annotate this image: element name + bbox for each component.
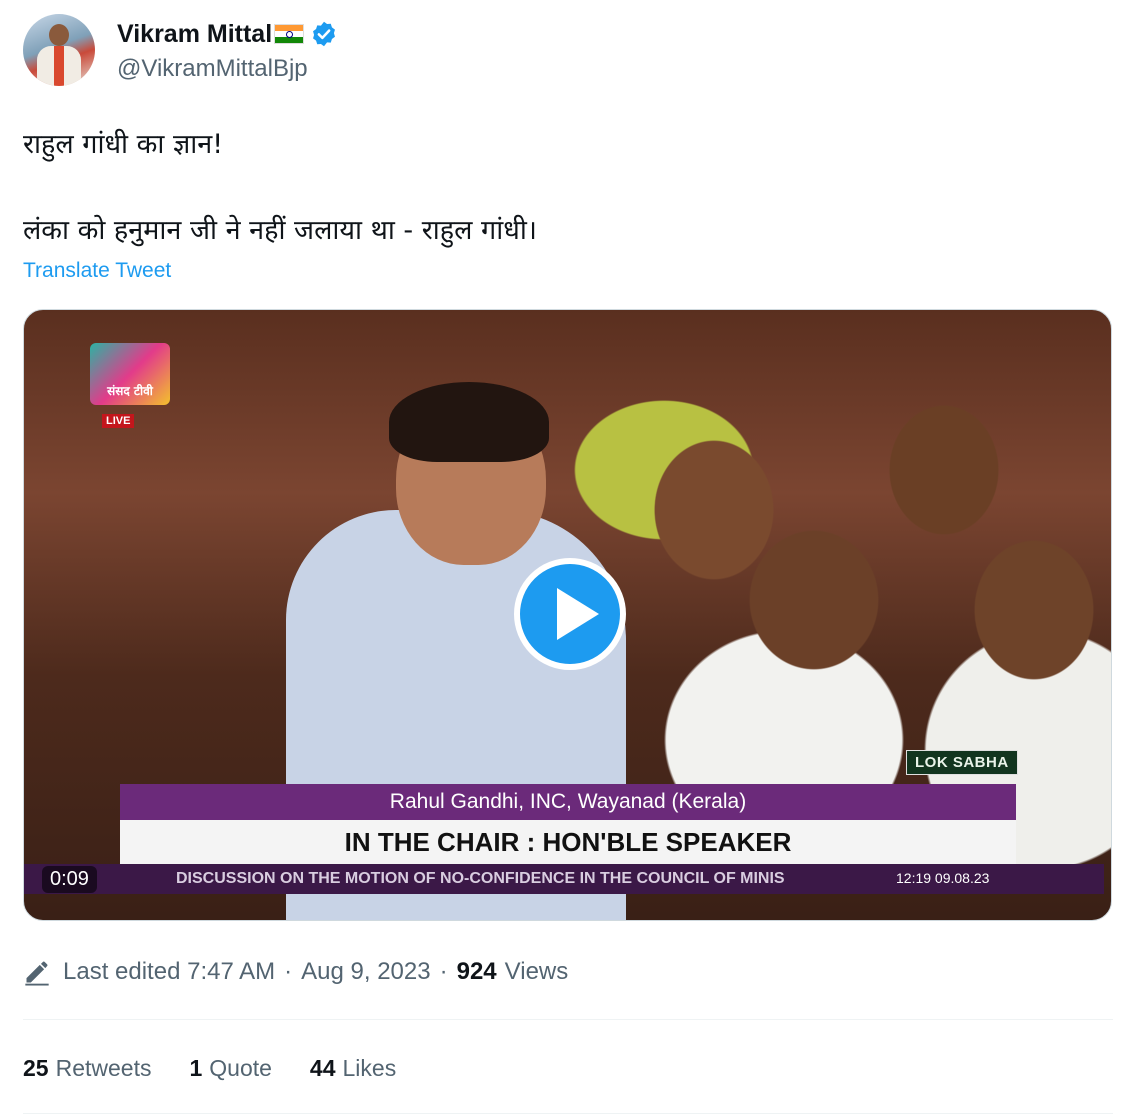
avatar-head [49,24,69,46]
pencil-icon [25,961,49,986]
translate-tweet-link[interactable]: Translate Tweet [23,259,171,283]
divider [23,1019,1113,1020]
ticker-text: DISCUSSION ON THE MOTION OF NO-CONFIDENC… [176,870,785,887]
views-count: 924 [456,958,497,985]
video-player[interactable]: संसद टीवी LIVE LOK SABHA Rahul Gandhi, I… [23,309,1112,921]
video-duration: 0:09 [42,866,97,893]
lower-third-speaker: Rahul Gandhi, INC, Wayanad (Kerala) [120,784,1016,820]
quotes-count: 1 [189,1055,203,1081]
video-speaker-hair [389,382,549,462]
retweets-stat[interactable]: 25 Retweets [23,1055,151,1082]
tweet-text-line-1: राहुल गांधी का ज्ञान! [23,129,224,160]
tweet-date[interactable]: Aug 9, 2023 [301,958,430,986]
views-label: Views [504,958,569,985]
edited-label[interactable]: Last edited 7:47 AM [63,958,275,986]
play-button[interactable] [514,558,626,670]
lower-third-chair: IN THE CHAIR : HON'BLE SPEAKER [120,820,1016,864]
meta-separator-1: · [284,958,293,985]
verified-badge-icon [313,21,336,47]
news-ticker: DISCUSSION ON THE MOTION OF NO-CONFIDENC… [24,864,1104,894]
meta-separator-2: · [439,958,448,985]
avatar-scarf [54,46,64,86]
location-tag: LOK SABHA [906,750,1018,775]
quotes-label: Quote [209,1055,272,1081]
retweets-label: Retweets [55,1055,152,1081]
quotes-stat[interactable]: 1 Quote [189,1055,271,1082]
likes-count: 44 [309,1055,336,1081]
ticker-timestamp: 12:19 09.08.23 [896,870,990,886]
retweets-count: 25 [23,1055,49,1081]
channel-logo: संसद टीवी [90,343,170,405]
tweet-text-line-2: लंका को हनुमान जी ने नहीं जलाया था - राह… [23,215,538,246]
author-avatar[interactable] [23,14,95,86]
channel-logo-text: संसद टीवी [107,384,153,398]
author-handle[interactable]: @VikramMittalBjp [117,55,308,83]
likes-stat[interactable]: 44 Likes [310,1055,396,1082]
author-display-name[interactable]: Vikram Mittal [117,20,272,49]
engagement-stats: 25 Retweets 1 Quote 44 Likes [23,1055,434,1082]
india-flag-icon [274,24,305,44]
author-name-row: Vikram Mittal [117,16,338,52]
divider [23,1113,1113,1114]
likes-label: Likes [342,1055,397,1081]
tweet-meta: Last edited 7:47 AM · Aug 9, 2023 · 924 … [23,958,568,986]
play-icon [557,588,599,640]
live-badge: LIVE [102,414,135,428]
